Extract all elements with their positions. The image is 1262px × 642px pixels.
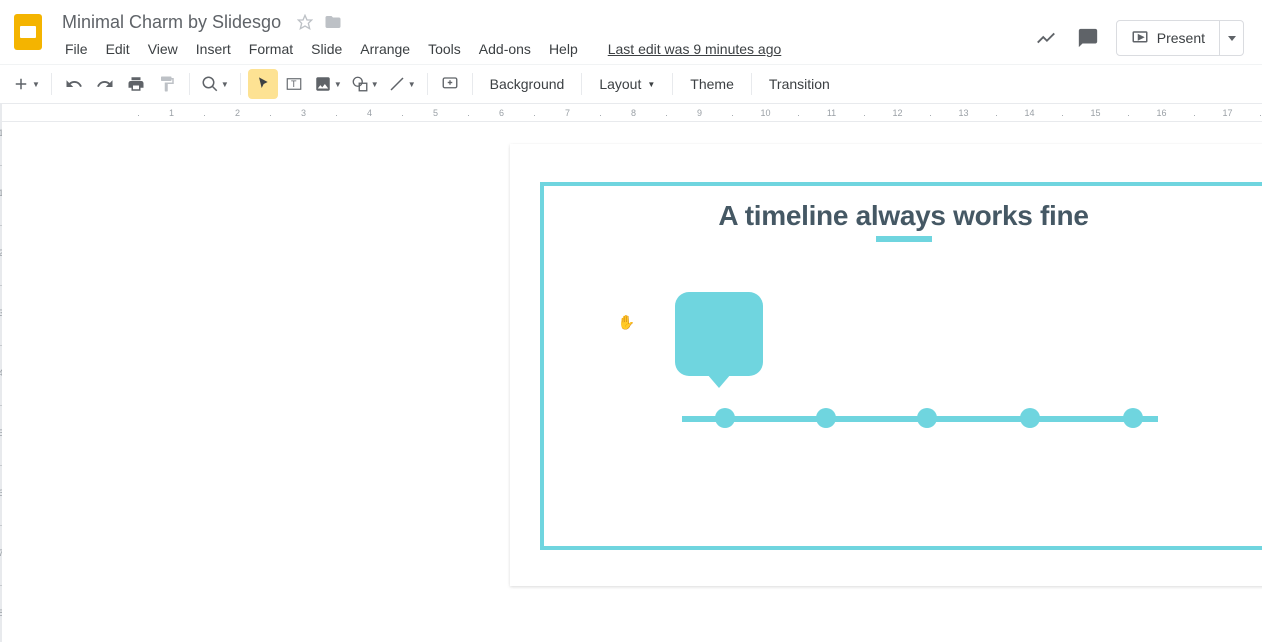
menu-tools[interactable]: Tools xyxy=(419,37,470,61)
menu-help[interactable]: Help xyxy=(540,37,587,61)
toolbar: ▼ ▼ T ▼ ▼ ▼ Background Layout▼ Theme Tra… xyxy=(0,64,1262,104)
present-label: Present xyxy=(1157,30,1205,46)
zoom-button[interactable]: ▼ xyxy=(197,69,233,99)
menu-addons[interactable]: Add-ons xyxy=(470,37,540,61)
move-folder-icon[interactable] xyxy=(323,12,343,32)
timeline-dot[interactable] xyxy=(917,408,937,428)
hand-cursor-icon: ✋ xyxy=(618,314,635,331)
slide[interactable]: A timeline always works fine 19 ✋ xyxy=(510,144,1262,586)
menu-format[interactable]: Format xyxy=(240,37,302,61)
document-title[interactable]: Minimal Charm by Slidesgo xyxy=(56,10,287,35)
horizontal-ruler: .1.2.3.4.5.6.7.8.9.10.11.12.13.14.15.16.… xyxy=(2,104,1262,122)
print-button[interactable] xyxy=(121,69,151,99)
image-tool[interactable]: ▼ xyxy=(310,69,346,99)
timeline-dot[interactable] xyxy=(1020,408,1040,428)
speech-bubble-shape[interactable] xyxy=(675,292,763,376)
slide-title[interactable]: A timeline always works fine xyxy=(510,200,1262,232)
background-button[interactable]: Background xyxy=(480,69,575,99)
last-edit-link[interactable]: Last edit was 9 minutes ago xyxy=(599,37,791,61)
timeline-dot[interactable] xyxy=(816,408,836,428)
present-dropdown[interactable] xyxy=(1219,20,1243,56)
shape-tool[interactable]: ▼ xyxy=(347,69,383,99)
paint-format-button[interactable] xyxy=(152,69,182,99)
theme-button[interactable]: Theme xyxy=(680,69,744,99)
menu-file[interactable]: File xyxy=(56,37,97,61)
menu-insert[interactable]: Insert xyxy=(187,37,240,61)
timeline-dot[interactable] xyxy=(1123,408,1143,428)
line-tool[interactable]: ▼ xyxy=(384,69,420,99)
transition-button[interactable]: Transition xyxy=(759,69,840,99)
star-icon[interactable] xyxy=(295,12,315,32)
menu-bar: File Edit View Insert Format Slide Arran… xyxy=(56,36,1032,62)
explore-icon[interactable] xyxy=(1032,24,1060,52)
timeline-dot[interactable] xyxy=(715,408,735,428)
menu-arrange[interactable]: Arrange xyxy=(351,37,419,61)
menu-view[interactable]: View xyxy=(139,37,187,61)
select-tool[interactable] xyxy=(248,69,278,99)
comments-icon[interactable] xyxy=(1074,24,1102,52)
menu-edit[interactable]: Edit xyxy=(97,37,139,61)
slide-title-underline xyxy=(876,236,932,242)
add-comment-button[interactable] xyxy=(435,69,465,99)
menu-slide[interactable]: Slide xyxy=(302,37,351,61)
layout-button[interactable]: Layout▼ xyxy=(589,69,665,99)
redo-button[interactable] xyxy=(90,69,120,99)
textbox-tool[interactable]: T xyxy=(279,69,309,99)
present-icon xyxy=(1131,29,1149,47)
canvas[interactable]: A timeline always works fine 19 ✋ xyxy=(2,122,1262,642)
new-slide-button[interactable]: ▼ xyxy=(8,69,44,99)
present-button[interactable]: Present xyxy=(1116,20,1244,56)
slides-logo[interactable] xyxy=(8,8,48,56)
svg-text:T: T xyxy=(291,79,297,89)
undo-button[interactable] xyxy=(59,69,89,99)
